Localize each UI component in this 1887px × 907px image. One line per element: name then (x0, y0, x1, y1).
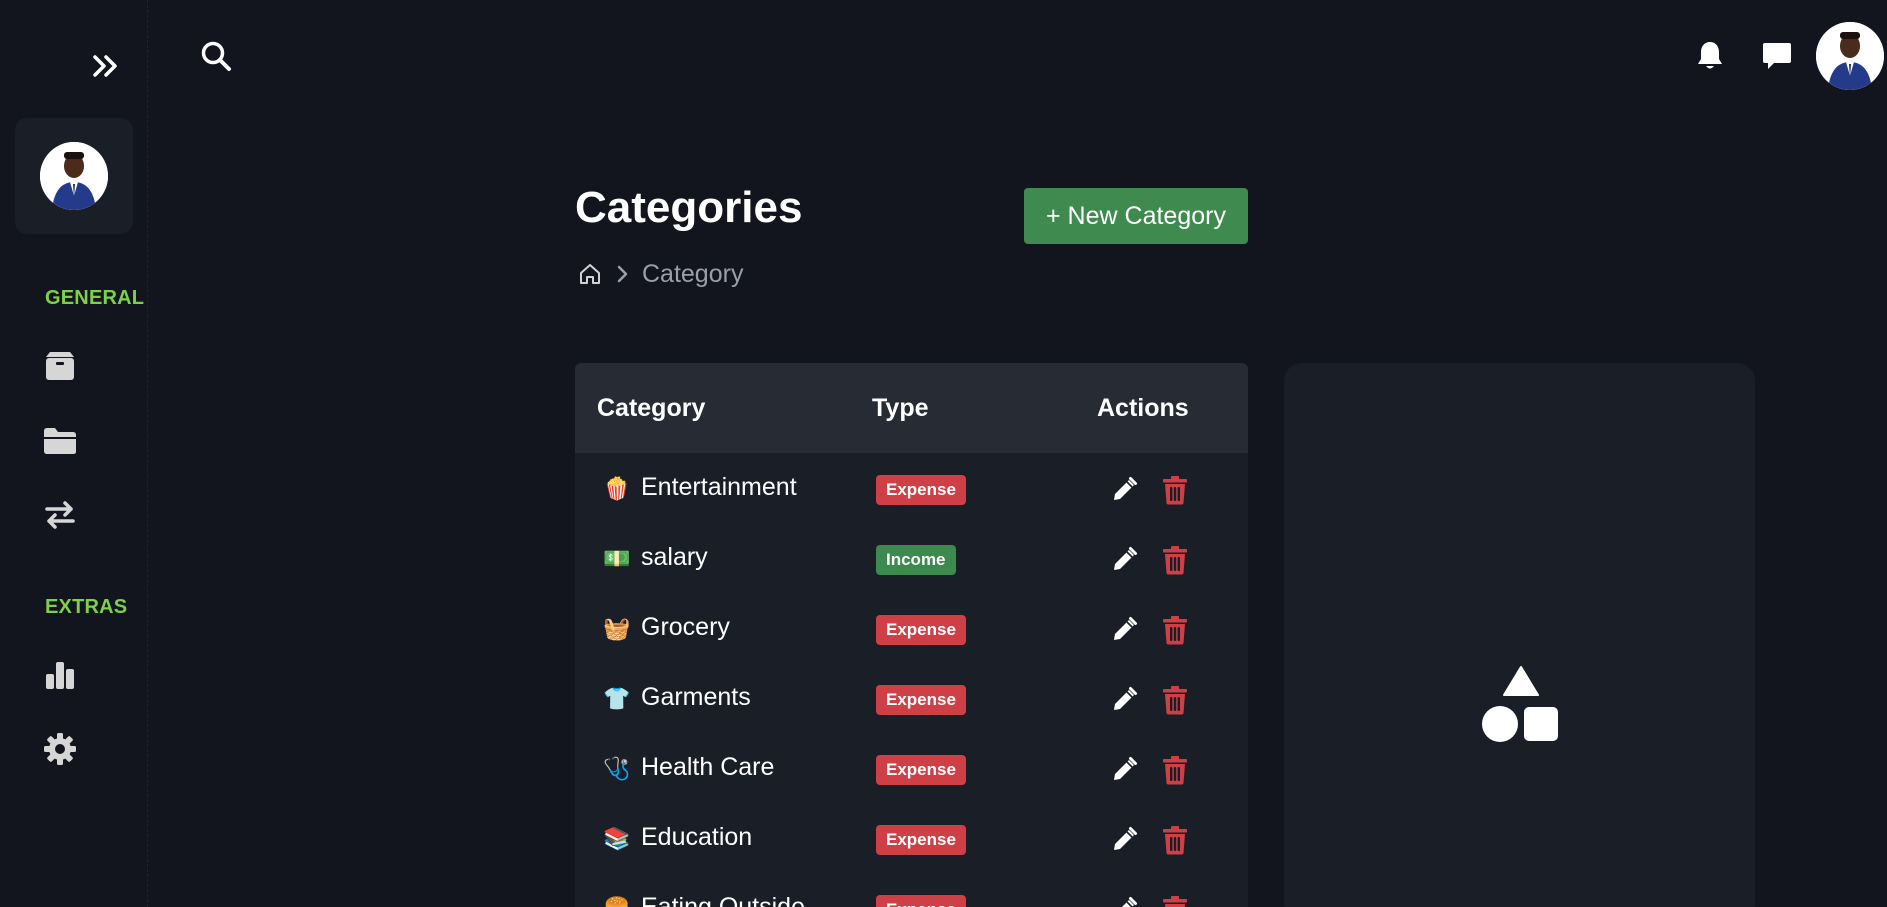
folder-icon[interactable] (42, 423, 78, 459)
category-emoji: 📚 (603, 826, 631, 851)
category-emoji: 💵 (603, 546, 631, 571)
category-emoji: 🍿 (603, 476, 631, 501)
edit-pencil-icon[interactable] (1107, 613, 1141, 647)
bar-chart-icon[interactable] (42, 657, 78, 693)
category-emoji: 🩺 (603, 756, 631, 781)
breadcrumb: Category (578, 256, 743, 292)
type-badge: Expense (876, 895, 966, 907)
type-badge: Expense (876, 685, 966, 715)
edit-pencil-icon[interactable] (1107, 543, 1141, 577)
table-row[interactable]: 🍔 Eating Outside Expense (575, 873, 1248, 907)
category-emoji: 🍔 (603, 895, 631, 907)
categories-table: Category Type Actions 🍿 Entertainment Ex… (575, 363, 1248, 907)
search-icon[interactable] (196, 36, 236, 76)
column-header-actions: Actions (1097, 393, 1189, 422)
bell-icon[interactable] (1690, 36, 1730, 76)
category-name: Eating Outside (641, 893, 805, 907)
box-icon[interactable] (42, 348, 78, 384)
delete-trash-icon[interactable] (1158, 683, 1192, 717)
sidebar: GENERAL EXTRAS (0, 0, 148, 907)
delete-trash-icon[interactable] (1158, 823, 1192, 857)
category-emoji: 👕 (603, 686, 631, 711)
transfer-arrows-icon[interactable] (42, 497, 78, 533)
delete-trash-icon[interactable] (1158, 893, 1192, 907)
chevron-right-icon (614, 264, 630, 284)
delete-trash-icon[interactable] (1158, 543, 1192, 577)
table-row[interactable]: 💵 salary Income (575, 523, 1248, 593)
delete-trash-icon[interactable] (1158, 613, 1192, 647)
sidebar-section-extras: EXTRAS (45, 596, 128, 618)
breadcrumb-current: Category (642, 259, 744, 288)
page-title: Categories (575, 183, 803, 232)
type-badge: Income (876, 545, 956, 575)
edit-pencil-icon[interactable] (1107, 683, 1141, 717)
table-row[interactable]: 📚 Education Expense (575, 803, 1248, 873)
category-name: Grocery (641, 613, 730, 641)
type-badge: Expense (876, 475, 966, 505)
table-body: 🍿 Entertainment Expense 💵 salary Income (575, 453, 1248, 907)
type-badge: Expense (876, 755, 966, 785)
table-row[interactable]: 🧺 Grocery Expense (575, 593, 1248, 663)
shapes-icon (1480, 665, 1560, 745)
double-chevron-right-icon[interactable] (86, 46, 126, 86)
category-preview-panel (1284, 363, 1755, 907)
category-name: Entertainment (641, 473, 797, 501)
column-header-category: Category (597, 393, 706, 422)
app-root: GENERAL EXTRAS Categories + New Category… (0, 0, 1887, 907)
category-name: salary (641, 543, 708, 571)
type-badge: Expense (876, 615, 966, 645)
sidebar-profile-card[interactable] (15, 118, 133, 234)
table-row[interactable]: 🩺 Health Care Expense (575, 733, 1248, 803)
gear-icon[interactable] (42, 731, 78, 767)
avatar[interactable] (1816, 22, 1884, 90)
column-header-type: Type (872, 393, 929, 422)
table-row[interactable]: 🍿 Entertainment Expense (575, 453, 1248, 523)
table-header: Category Type Actions (575, 363, 1248, 453)
new-category-button[interactable]: + New Category (1024, 188, 1248, 244)
home-icon[interactable] (578, 262, 602, 286)
edit-pencil-icon[interactable] (1107, 753, 1141, 787)
category-name: Garments (641, 683, 751, 711)
delete-trash-icon[interactable] (1158, 753, 1192, 787)
category-name: Health Care (641, 753, 775, 781)
avatar[interactable] (40, 142, 108, 210)
edit-pencil-icon[interactable] (1107, 823, 1141, 857)
chat-icon[interactable] (1757, 36, 1797, 76)
category-name: Education (641, 823, 753, 851)
edit-pencil-icon[interactable] (1107, 473, 1141, 507)
edit-pencil-icon[interactable] (1107, 893, 1141, 907)
table-row[interactable]: 👕 Garments Expense (575, 663, 1248, 733)
delete-trash-icon[interactable] (1158, 473, 1192, 507)
category-emoji: 🧺 (603, 616, 631, 641)
sidebar-section-general: GENERAL (45, 287, 145, 309)
type-badge: Expense (876, 825, 966, 855)
